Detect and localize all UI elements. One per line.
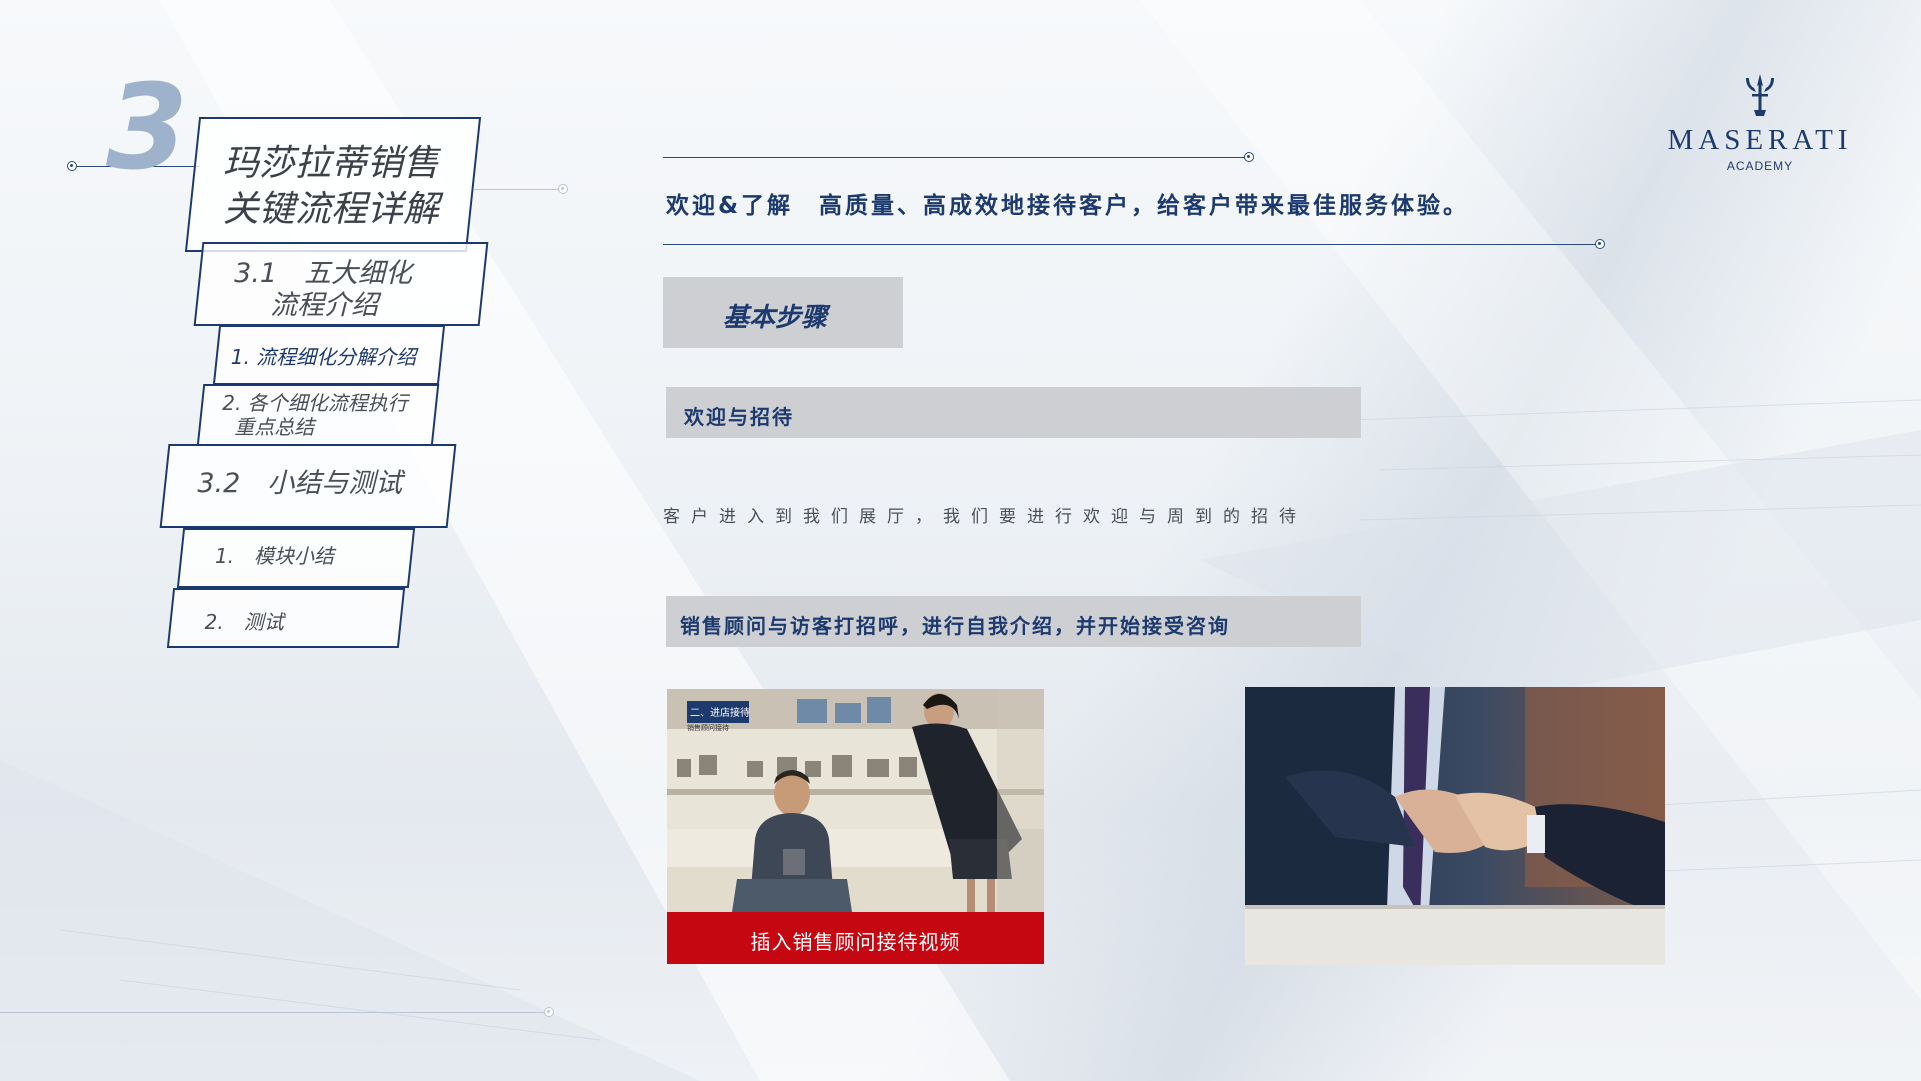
trident-icon [1746, 74, 1774, 116]
headline-bottom-dot [1595, 239, 1605, 249]
headline-top-dot [1244, 152, 1254, 162]
nav-section-3-1-line2: 流程介绍 [270, 290, 379, 321]
nav-item-process-summary[interactable]: 2. 各个细化流程执行 重点总结 [196, 384, 440, 446]
nav-section-3-2[interactable]: 3.2 小结与测试 [159, 444, 457, 528]
connector-dot [544, 1007, 554, 1017]
step-greeting-label: 销售顾问与访客打招呼，进行自我介绍，并开始接受咨询 [680, 614, 1230, 638]
step-welcome-bar: 欢迎与招待 [666, 387, 1361, 438]
nav-section-3-2-label: 3.2 小结与测试 [197, 468, 403, 499]
step-welcome-description: 客户进入到我们展厅，我们要进行欢迎与周到的招待 [663, 507, 1307, 527]
headline-bottom-line [663, 244, 1598, 245]
section-number: 3 [106, 58, 189, 196]
reception-video-thumbnail[interactable]: 二、进店接待 销售顾问接待 [667, 689, 1044, 912]
nav-item-label: 1. 模块小结 [214, 544, 335, 568]
nav-item-label: 1. 流程细化分解介绍 [230, 345, 417, 369]
slide-headline: 欢迎&了解 高质量、高成效地接待客户，给客户带来最佳服务体验。 [666, 193, 1470, 219]
basic-steps-label: 基本步骤 [723, 303, 828, 333]
section-title-line1: 玛莎拉蒂销售 [222, 143, 439, 184]
connector-line [474, 189, 564, 190]
nav-section-3-1[interactable]: 3.1 五大细化 流程介绍 [193, 242, 489, 326]
insert-video-label: 插入销售顾问接待视频 [750, 930, 961, 954]
video-chapter-label: 二、进店接待 [690, 708, 750, 719]
nav-item-label: 2. 测试 [204, 610, 284, 634]
connector-dot [67, 161, 77, 171]
nav-item-label-line1: 2. 各个细化流程执行 [222, 391, 408, 415]
logo-brand: MASERATI [1667, 124, 1853, 156]
handshake-scene [1245, 687, 1665, 965]
video-chapter-chip: 二、进店接待 [687, 701, 750, 723]
video-chapter-sublabel: 销售顾问接待 [687, 724, 729, 732]
section-title-line2: 关键流程详解 [222, 189, 439, 230]
connector-dot [558, 184, 568, 194]
maserati-academy-logo: MASERATI ACADEMY [1650, 70, 1870, 173]
step-greeting-bar: 销售顾问与访客打招呼，进行自我介绍，并开始接受咨询 [666, 596, 1361, 647]
nav-item-module-summary[interactable]: 1. 模块小结 [176, 528, 416, 588]
headline-top-line [663, 157, 1247, 158]
nav-item-test[interactable]: 2. 测试 [166, 588, 406, 648]
nav-item-label-line2: 重点总结 [234, 415, 315, 439]
insert-video-button[interactable]: 插入销售顾问接待视频 [667, 912, 1044, 964]
nav-item-process-breakdown[interactable]: 1. 流程细化分解介绍 [212, 325, 446, 385]
connector-line [0, 1012, 548, 1013]
basic-steps-label-box: 基本步骤 [663, 277, 903, 348]
nav-section-3-1-line1: 3.1 五大细化 [234, 258, 413, 289]
handshake-image [1245, 687, 1665, 965]
step-welcome-label: 欢迎与招待 [684, 405, 794, 429]
section-title-box: 玛莎拉蒂销售 关键流程详解 [184, 117, 482, 252]
logo-subtitle: ACADEMY [1726, 159, 1794, 173]
